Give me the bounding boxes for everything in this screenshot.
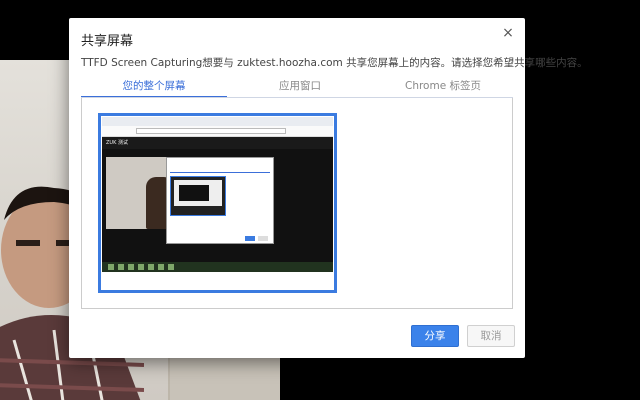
- preview-site-label: ZUK 测试: [106, 140, 128, 146]
- preview-tab-strip: [102, 117, 333, 126]
- source-list: ZUK 测试: [81, 98, 513, 309]
- dialog-description: TTFD Screen Capturing想要与 zuktest.hoozha.…: [81, 57, 588, 69]
- share-screen-dialog: 共享屏幕 × TTFD Screen Capturing想要与 zuktest.…: [69, 18, 588, 358]
- tab-application-window[interactable]: 应用窗口: [227, 78, 373, 98]
- close-icon[interactable]: ×: [499, 24, 517, 42]
- tab-entire-screen[interactable]: 您的整个屏幕: [81, 78, 227, 98]
- dialog-title: 共享屏幕: [81, 34, 134, 49]
- preview-nested-dialog: [166, 157, 274, 244]
- top-bar: [0, 0, 640, 18]
- source-tabs: 您的整个屏幕 应用窗口 Chrome 标签页: [81, 78, 513, 98]
- tab-chrome-tab[interactable]: Chrome 标签页: [373, 78, 513, 98]
- preview-address-bar: [102, 126, 333, 137]
- cancel-button[interactable]: 取消: [467, 325, 515, 347]
- screen-preview: ZUK 测试: [102, 117, 333, 289]
- preview-bottom: [102, 272, 333, 289]
- preview-taskbar: [102, 262, 333, 272]
- screen-thumbnail[interactable]: ZUK 测试: [98, 113, 337, 293]
- preview-page-header: ZUK 测试: [102, 137, 333, 149]
- preview-page: ZUK 测试: [102, 137, 333, 262]
- share-button[interactable]: 分享: [411, 325, 459, 347]
